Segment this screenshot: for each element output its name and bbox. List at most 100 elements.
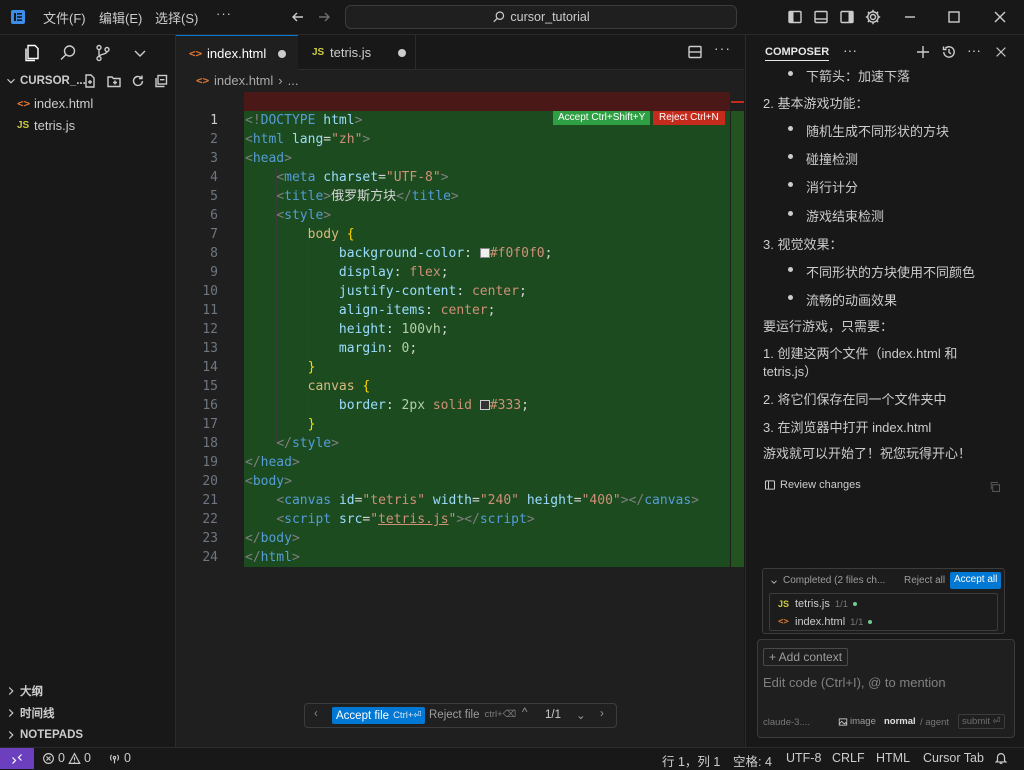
chevron-down-icon[interactable] <box>130 43 150 63</box>
section-outline[interactable]: 大纲 <box>0 680 175 702</box>
code-line[interactable]: <canvas id="tetris" width="240" height="… <box>245 491 699 510</box>
menu-edit[interactable]: 编辑(E) <box>99 8 142 27</box>
changed-file-index-html[interactable]: <> index.html 1/1 <box>770 614 997 630</box>
collapse-all-icon[interactable] <box>153 73 169 89</box>
cursor-position[interactable]: 行 1，列 1 <box>662 751 720 770</box>
code-line[interactable]: <style> <box>245 206 331 225</box>
code-line[interactable]: border: 2px solid #333; <box>245 396 529 415</box>
folder-header[interactable]: CURSOR_... <box>0 70 175 92</box>
code-line[interactable]: display: flex; <box>245 263 449 282</box>
breadcrumb-more[interactable]: ... <box>288 73 299 88</box>
code-line[interactable]: </style> <box>245 434 339 453</box>
explorer-icon[interactable] <box>22 43 42 63</box>
mode-agent[interactable]: / agent <box>920 717 949 728</box>
submit-button[interactable]: submit ⏎ <box>958 714 1005 729</box>
image-button[interactable]: image <box>838 716 876 727</box>
composer-title[interactable]: COMPOSER <box>765 46 830 61</box>
review-changes-button[interactable]: Review changes <box>764 479 861 491</box>
file-item-tetris-js[interactable]: JS tetris.js <box>0 114 175 136</box>
refresh-icon[interactable] <box>130 73 146 89</box>
file-item-index-html[interactable]: <> index.html <box>0 92 175 114</box>
copy-icon[interactable] <box>989 481 1001 493</box>
minimize-icon[interactable] <box>902 9 918 25</box>
ports-indicator[interactable]: 0 <box>108 751 131 765</box>
search-sidebar-icon[interactable] <box>58 43 78 63</box>
settings-gear-icon[interactable] <box>864 8 882 26</box>
changed-file-tetris-js[interactable]: JS tetris.js 1/1 <box>770 596 997 612</box>
source-control-icon[interactable] <box>93 43 113 63</box>
reject-file-button[interactable]: Reject file ctrl+⌫ <box>429 709 516 721</box>
new-folder-icon[interactable] <box>106 73 122 89</box>
indentation[interactable]: 空格: 4 <box>733 751 772 770</box>
chevron-right-icon[interactable]: › <box>600 708 604 720</box>
close-window-icon[interactable] <box>992 9 1008 25</box>
mode-normal[interactable]: normal <box>884 716 916 727</box>
section-notepads[interactable]: NOTEPADS <box>0 724 175 746</box>
code-line[interactable]: } <box>245 358 316 377</box>
model-selector[interactable]: claude-3.... <box>763 717 810 728</box>
code-line[interactable]: </html> <box>245 548 300 567</box>
menu-file[interactable]: 文件(F) <box>43 8 86 27</box>
cursor-tab[interactable]: Cursor Tab <box>923 751 984 765</box>
code-line[interactable]: background-color: #f0f0f0; <box>245 244 553 263</box>
split-editor-icon[interactable] <box>687 44 703 60</box>
accept-inline-button[interactable]: Accept Ctrl+Shift+Y <box>553 111 651 125</box>
code-line[interactable]: <meta charset="UTF-8"> <box>245 168 448 187</box>
composer-input[interactable]: Edit code (Ctrl+I), @ to mention <box>763 675 946 690</box>
code-line[interactable]: align-items: center; <box>245 301 496 320</box>
end-of-line[interactable]: CRLF <box>832 751 865 765</box>
command-center-search[interactable]: cursor_tutorial <box>345 5 737 29</box>
remote-button[interactable] <box>0 748 34 769</box>
new-file-icon[interactable] <box>82 73 98 89</box>
back-arrow-icon[interactable] <box>290 9 306 25</box>
history-icon[interactable] <box>941 44 957 60</box>
toggle-primary-sidebar-icon[interactable] <box>787 9 803 25</box>
section-timeline[interactable]: 时间线 <box>0 702 175 724</box>
chevron-down-icon[interactable] <box>769 577 779 587</box>
toggle-panel-icon[interactable] <box>813 9 829 25</box>
code-line[interactable]: </body> <box>245 529 300 548</box>
menu-more[interactable]: ··· <box>216 6 232 21</box>
tab-tetris-js[interactable]: JS tetris.js <box>298 35 416 70</box>
close-composer-icon[interactable] <box>994 45 1008 59</box>
notifications-bell-icon[interactable] <box>994 751 1008 765</box>
unsaved-dot-icon[interactable] <box>398 49 406 57</box>
chevron-left-icon[interactable]: ‹ <box>314 708 318 720</box>
tab-index-html[interactable]: <> index.html <box>176 35 298 70</box>
toggle-secondary-sidebar-icon[interactable] <box>839 9 855 25</box>
maximize-icon[interactable] <box>946 9 962 25</box>
reject-inline-button[interactable]: Reject Ctrl+N <box>653 111 725 125</box>
code-line[interactable]: justify-content: center; <box>245 282 527 301</box>
new-chat-plus-icon[interactable] <box>915 44 931 60</box>
composer-options-icon[interactable]: ··· <box>967 42 981 58</box>
reject-all-button[interactable]: Reject all <box>904 575 945 586</box>
code-line[interactable]: </head> <box>245 453 300 472</box>
accept-file-button[interactable]: Accept file Ctrl+⏎ <box>332 707 426 724</box>
code-line[interactable]: <head> <box>245 149 292 168</box>
chevron-down-icon[interactable]: ⌄ <box>576 708 586 722</box>
unsaved-dot-icon[interactable] <box>278 50 286 58</box>
code-line[interactable]: canvas { <box>245 377 371 396</box>
forward-arrow-icon[interactable] <box>316 9 332 25</box>
language-mode[interactable]: HTML <box>876 751 910 765</box>
editor-more-icon[interactable]: ··· <box>714 40 731 56</box>
code-line[interactable]: <script src="tetris.js"></script> <box>245 510 534 529</box>
add-context-button[interactable]: + Add context <box>763 648 849 666</box>
menu-selection[interactable]: 选择(S) <box>155 8 198 27</box>
composer-more-icon[interactable]: ··· <box>843 42 857 58</box>
code-line[interactable]: body { <box>245 225 355 244</box>
problems-indicator[interactable]: 0 0 <box>42 751 91 765</box>
code-line[interactable]: <body> <box>245 472 292 491</box>
code-line[interactable]: height: 100vh; <box>245 320 449 339</box>
color-swatch[interactable] <box>479 400 490 410</box>
accept-all-button[interactable]: Accept all <box>950 572 1002 589</box>
code-line[interactable]: <title>俄罗斯方块</title> <box>245 187 458 206</box>
color-swatch[interactable] <box>479 248 490 258</box>
chevron-up-icon[interactable]: ^ <box>522 707 527 719</box>
code-line[interactable]: <!DOCTYPE html> <box>245 111 362 130</box>
code-line[interactable]: <html lang="zh"> <box>245 130 370 149</box>
breadcrumb-file[interactable]: index.html <box>214 73 273 88</box>
encoding[interactable]: UTF-8 <box>786 751 821 765</box>
code-line[interactable]: margin: 0; <box>245 339 417 358</box>
code-line[interactable]: } <box>245 415 316 434</box>
